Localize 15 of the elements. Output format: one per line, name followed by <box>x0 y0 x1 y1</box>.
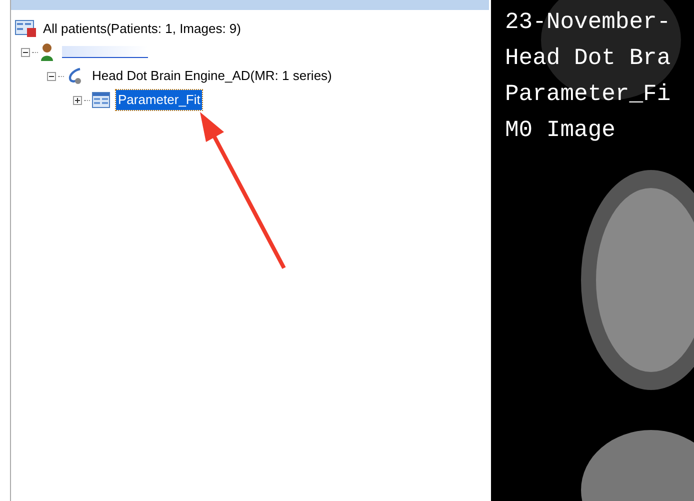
overlay-text: 23-November- <box>505 8 672 37</box>
collapse-toggle[interactable] <box>21 48 30 56</box>
expand-toggle[interactable] <box>73 96 82 104</box>
overlay-text: M0 Image <box>505 116 616 145</box>
patient-list-icon <box>15 20 37 38</box>
overlay-text: Head Dot Bra <box>505 44 672 73</box>
tree-item-label[interactable]: Head Dot Brain Engine_AD(MR: 1 series) <box>90 66 334 86</box>
tree-item-label[interactable]: Parameter_Fit <box>116 90 202 110</box>
person-icon <box>40 43 54 61</box>
collapse-toggle[interactable] <box>47 72 56 80</box>
blurred-name-placeholder[interactable] <box>62 46 148 58</box>
overlay-text: Parameter_Fi <box>505 80 672 109</box>
stethoscope-icon <box>66 67 84 85</box>
table-grid-icon <box>92 92 110 108</box>
tree-root-label[interactable]: All patients(Patients: 1, Images: 9) <box>43 19 241 39</box>
